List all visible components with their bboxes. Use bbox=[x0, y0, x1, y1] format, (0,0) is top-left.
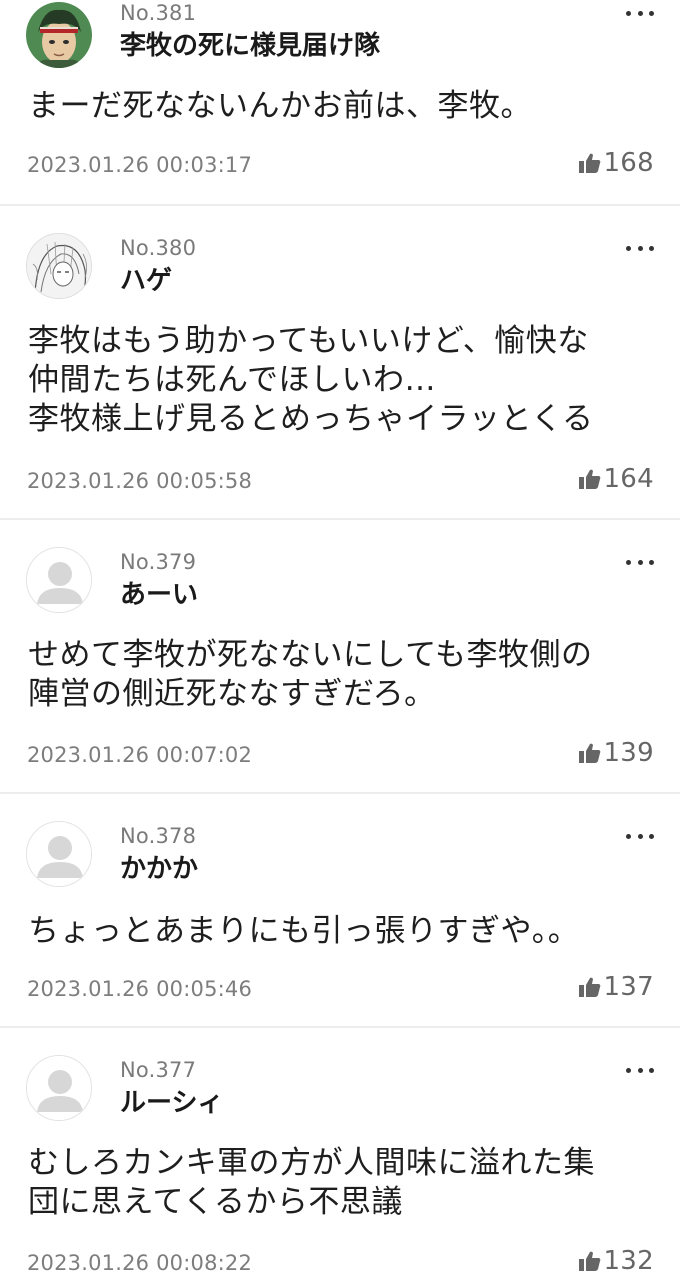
comment-date: 2023.01.26 00:08:22 bbox=[27, 1251, 253, 1273]
comment-text: まーだ死なないんかお前は、李牧。 bbox=[28, 88, 532, 124]
comment-author[interactable]: あーい bbox=[120, 579, 198, 611]
avatar[interactable] bbox=[26, 2, 92, 68]
avatar[interactable] bbox=[26, 547, 92, 613]
comment-text: せめて李牧が死なないにしても李牧側の 陣営の側近死ななすぎだろ。 bbox=[28, 637, 593, 712]
comment-date: 2023.01.26 00:03:17 bbox=[27, 153, 253, 177]
comment-text: ちょっとあまりにも引っ張りすぎや。。 bbox=[28, 913, 580, 949]
comment-number: No.378 bbox=[120, 824, 197, 848]
default-user-icon bbox=[27, 548, 91, 612]
like-button[interactable]: 168 bbox=[579, 148, 654, 178]
comment-author[interactable]: ルーシィ bbox=[120, 1087, 223, 1119]
comment-date: 2023.01.26 00:05:46 bbox=[27, 977, 253, 1001]
manga-sketch-avatar-icon bbox=[27, 234, 91, 298]
like-button[interactable]: 137 bbox=[579, 972, 654, 1002]
thumbs-up-icon bbox=[579, 1251, 601, 1271]
comment-number: No.377 bbox=[120, 1058, 197, 1082]
comment-item: No.381 李牧の死に様見届け隊 まーだ死なないんかお前は、李牧。 2023.… bbox=[0, 0, 680, 204]
default-user-icon bbox=[27, 1056, 91, 1120]
avatar[interactable] bbox=[26, 233, 92, 299]
comment-item: No.380 ハゲ 李牧はもう助かってもいいけど、愉快な 仲間たちは死んでほしい… bbox=[0, 204, 680, 518]
comment-author[interactable]: 李牧の死に様見届け隊 bbox=[120, 30, 380, 62]
like-button[interactable]: 132 bbox=[579, 1246, 654, 1273]
comment-date: 2023.01.26 00:07:02 bbox=[27, 743, 253, 767]
more-options-icon[interactable] bbox=[626, 243, 654, 253]
comment-number: No.379 bbox=[120, 550, 197, 574]
comment-text: 李牧はもう助かってもいいけど、愉快な 仲間たちは死んでほしいわ… 李牧様上げ見る… bbox=[28, 323, 594, 437]
like-count: 168 bbox=[603, 148, 654, 178]
comment-number: No.380 bbox=[120, 236, 197, 260]
like-count: 139 bbox=[603, 738, 654, 768]
more-options-icon[interactable] bbox=[626, 557, 654, 567]
default-user-icon bbox=[27, 822, 91, 886]
comment-text: むしろカンキ軍の方が人間味に溢れた集 団に思えてくるから不思議 bbox=[28, 1145, 595, 1220]
like-count: 164 bbox=[603, 464, 654, 494]
portrait-avatar-icon bbox=[26, 2, 92, 68]
thumbs-up-icon bbox=[579, 743, 601, 763]
comment-item: No.379 あーい せめて李牧が死なないにしても李牧側の 陣営の側近死ななすぎ… bbox=[0, 518, 680, 792]
comment-item: No.377 ルーシィ むしろカンキ軍の方が人間味に溢れた集 団に思えてくるから… bbox=[0, 1026, 680, 1273]
like-button[interactable]: 164 bbox=[579, 464, 654, 494]
more-options-icon[interactable] bbox=[626, 831, 654, 841]
more-options-icon[interactable] bbox=[626, 8, 654, 18]
like-count: 137 bbox=[603, 972, 654, 1002]
like-button[interactable]: 139 bbox=[579, 738, 654, 768]
avatar[interactable] bbox=[26, 1055, 92, 1121]
comment-item: No.378 かかか ちょっとあまりにも引っ張りすぎや。。 2023.01.26… bbox=[0, 792, 680, 1026]
comment-date: 2023.01.26 00:05:58 bbox=[27, 469, 253, 493]
thumbs-up-icon bbox=[579, 977, 601, 997]
like-count: 132 bbox=[603, 1246, 654, 1273]
comment-author[interactable]: ハゲ bbox=[120, 265, 172, 297]
comment-feed: No.381 李牧の死に様見届け隊 まーだ死なないんかお前は、李牧。 2023.… bbox=[0, 0, 680, 1273]
comment-author[interactable]: かかか bbox=[120, 853, 198, 885]
avatar[interactable] bbox=[26, 821, 92, 887]
comment-number: No.381 bbox=[120, 1, 197, 25]
more-options-icon[interactable] bbox=[626, 1065, 654, 1075]
thumbs-up-icon bbox=[579, 153, 601, 173]
thumbs-up-icon bbox=[579, 469, 601, 489]
